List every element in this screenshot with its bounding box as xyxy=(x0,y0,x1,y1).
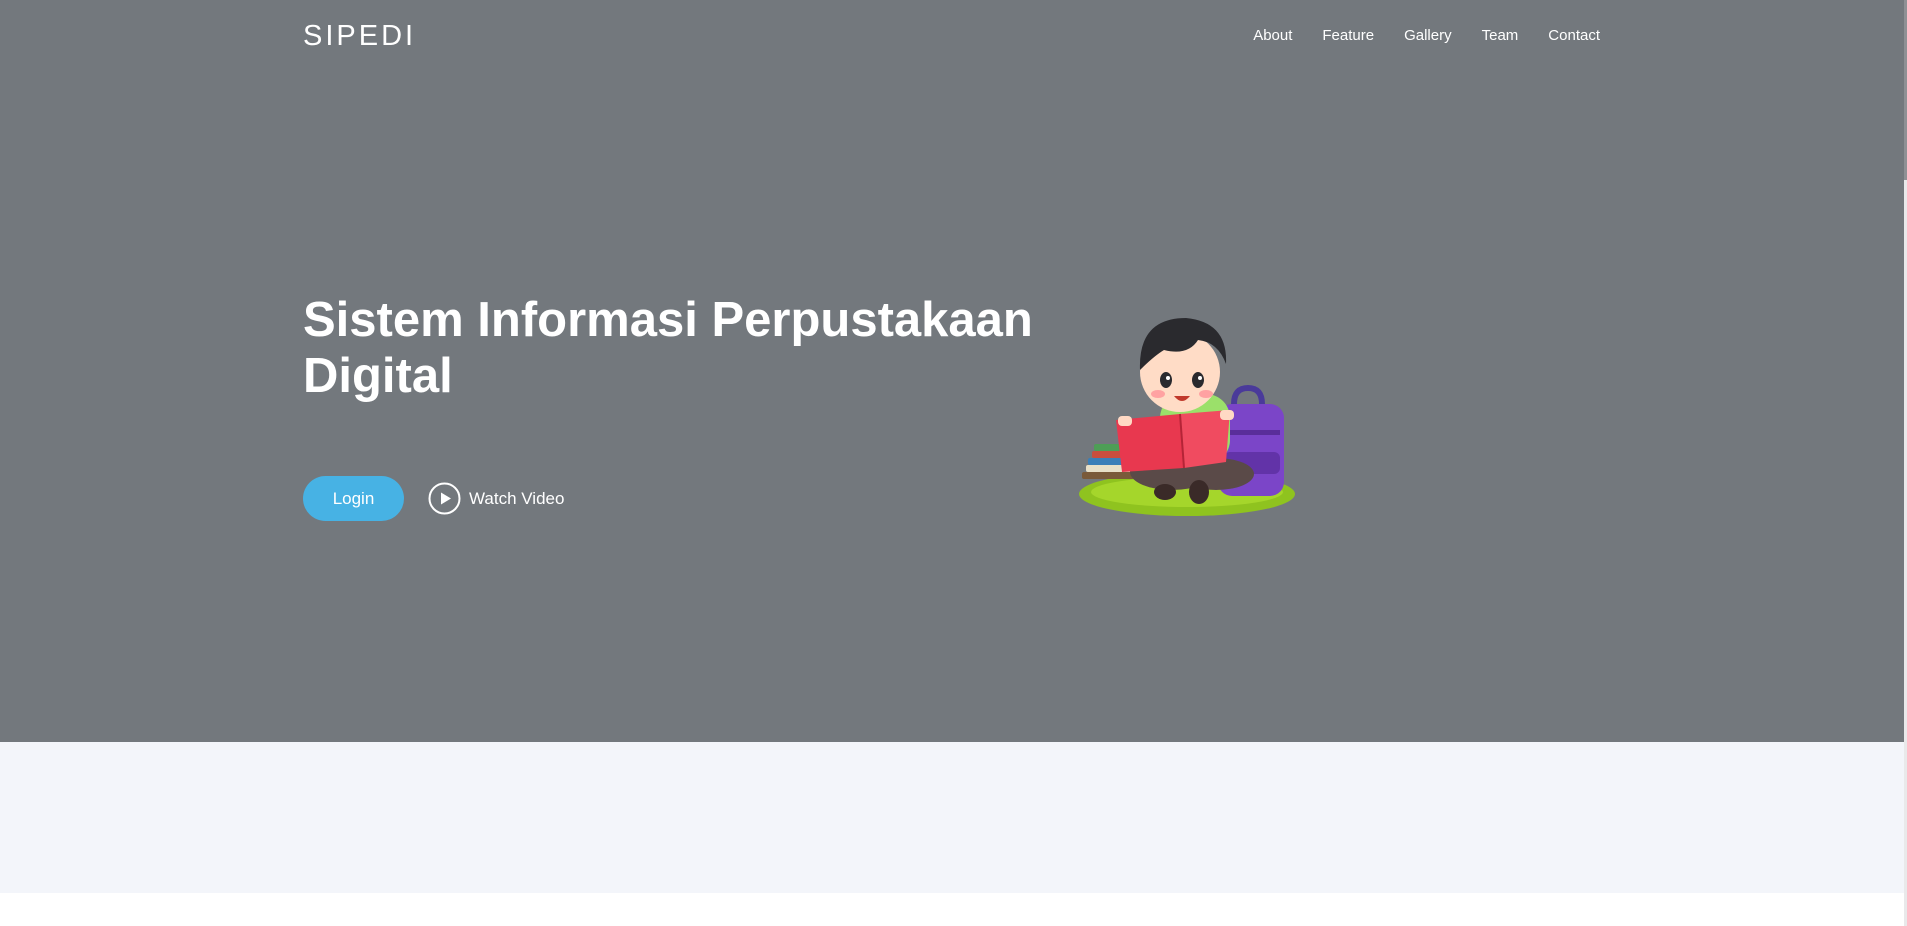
main-nav: About Feature Gallery Team Contact xyxy=(1253,26,1600,46)
hero-title: Sistem Informasi Perpustakaan Digital xyxy=(303,293,1033,403)
next-section xyxy=(0,742,1904,893)
watch-video-button[interactable]: Watch Video xyxy=(428,482,564,515)
navbar: SIPEDI About Feature Gallery Team Contac… xyxy=(303,18,1600,54)
hero-section: SIPEDI About Feature Gallery Team Contac… xyxy=(0,0,1904,742)
login-button[interactable]: Login xyxy=(303,476,404,521)
nav-link-team[interactable]: Team xyxy=(1482,26,1519,46)
page: SIPEDI About Feature Gallery Team Contac… xyxy=(0,0,1907,926)
brand-logo[interactable]: SIPEDI xyxy=(303,18,416,54)
nav-link-feature[interactable]: Feature xyxy=(1322,26,1374,46)
nav-link-gallery[interactable]: Gallery xyxy=(1404,26,1452,46)
nav-link-contact[interactable]: Contact xyxy=(1548,26,1600,46)
child-reading-book-illustration xyxy=(1079,318,1295,516)
watch-video-label: Watch Video xyxy=(469,488,565,508)
nav-link-about[interactable]: About xyxy=(1253,26,1292,46)
play-circle-icon xyxy=(428,482,461,515)
